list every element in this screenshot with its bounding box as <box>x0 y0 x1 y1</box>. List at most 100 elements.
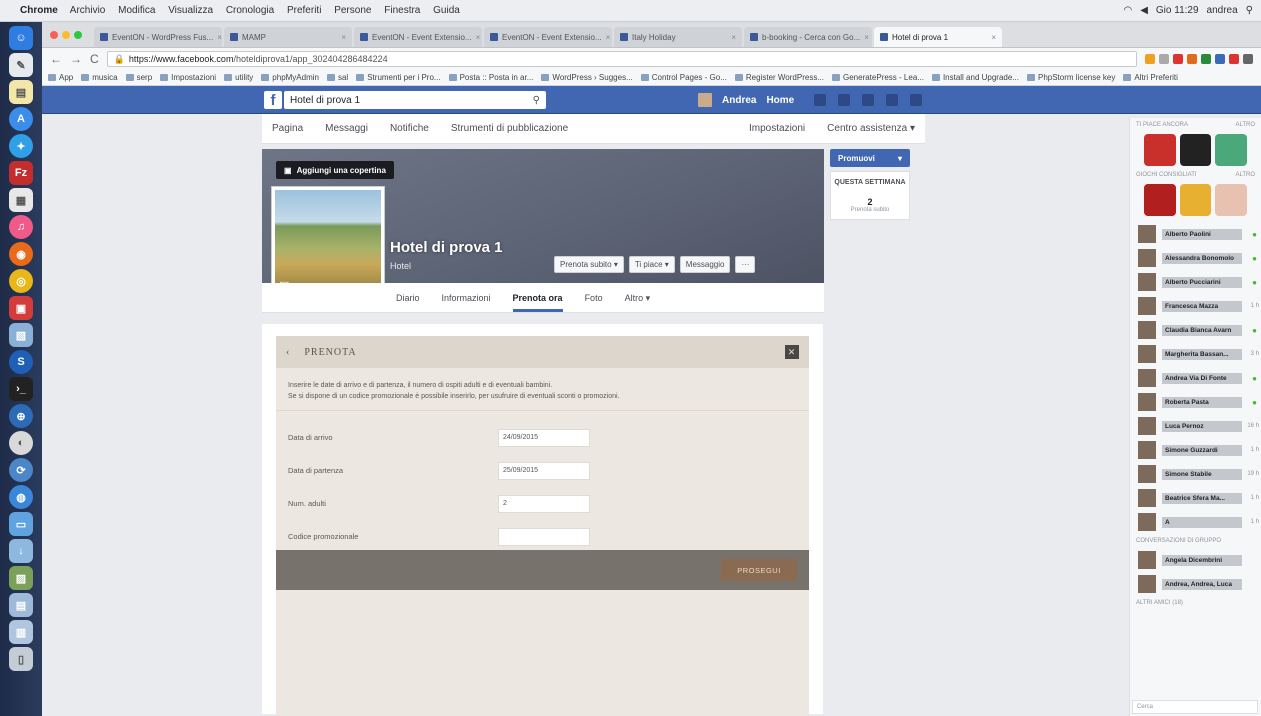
contact-item[interactable]: Andrea Via Di Fonte ● <box>1130 366 1261 390</box>
help-center-link[interactable]: Centro assistenza ▾ <box>827 123 915 134</box>
reload-icon[interactable]: C <box>90 52 99 66</box>
admin-tab-pagina[interactable]: Pagina <box>272 123 303 134</box>
bookmark[interactable]: Impostazioni <box>160 73 216 82</box>
contact-item[interactable]: Margherita Bassan... 3 h <box>1130 342 1261 366</box>
clock[interactable]: Gio 11:29 <box>1156 5 1199 16</box>
calendar-icon[interactable]: ▦ <box>9 188 33 212</box>
proceed-button[interactable]: PROSEGUI <box>721 559 797 581</box>
tab-close-icon[interactable]: × <box>341 33 346 42</box>
bookmark[interactable]: serp <box>126 73 153 82</box>
menu-archivio[interactable]: Archivio <box>70 5 106 16</box>
user-name-link[interactable]: Andrea <box>722 95 756 106</box>
contact-item[interactable]: Claudia Bianca Avarn ● <box>1130 318 1261 342</box>
textedit-icon[interactable]: ✎ <box>9 53 33 77</box>
contact-item[interactable]: Roberta Pasta ● <box>1130 390 1261 414</box>
itunes-icon[interactable]: ♫ <box>9 215 33 239</box>
contact-item[interactable]: Simone Guzzardi 1 h <box>1130 438 1261 462</box>
bookmark[interactable]: musica <box>81 73 117 82</box>
tab-close-icon[interactable]: × <box>217 33 222 42</box>
game-icon[interactable] <box>1179 184 1212 216</box>
tab-close-icon[interactable]: × <box>606 33 611 42</box>
trash-icon[interactable]: ▯ <box>9 647 33 671</box>
back-button[interactable]: ‹ <box>286 347 290 358</box>
more-button[interactable]: ··· <box>735 256 756 273</box>
close-button[interactable]: ✕ <box>785 345 799 359</box>
volume-icon[interactable]: ◀ <box>1140 5 1148 16</box>
add-cover-button[interactable]: ▣ Aggiungi una copertina <box>276 161 394 179</box>
bookmark[interactable]: Strumenti per i Pro... <box>356 73 440 82</box>
game-icon[interactable] <box>1215 134 1248 166</box>
bookmark[interactable]: Control Pages - Go... <box>641 73 727 82</box>
filezilla-icon[interactable]: Fz <box>9 161 33 185</box>
settings-caret-icon[interactable] <box>910 94 922 106</box>
terminal-icon[interactable]: ›_ <box>9 377 33 401</box>
menu-persone[interactable]: Persone <box>334 5 371 16</box>
bookmark[interactable]: sal <box>327 73 348 82</box>
search-icon[interactable]: ⚲ <box>533 95 540 106</box>
facebook-logo-icon[interactable]: f <box>264 91 282 109</box>
skype-icon[interactable]: S <box>9 350 33 374</box>
game-icon[interactable] <box>1144 184 1176 216</box>
chat-search-input[interactable]: Cerca <box>1132 700 1258 714</box>
game-icon[interactable] <box>1179 134 1212 166</box>
arrival-date-input[interactable]: 24/09/2015 <box>498 428 590 447</box>
menu-preferiti[interactable]: Preferiti <box>287 5 321 16</box>
image-icon[interactable]: ▨ <box>9 566 33 590</box>
browser-tab[interactable]: MAMP × <box>224 27 352 47</box>
game-icon[interactable] <box>1215 184 1248 216</box>
messages-icon[interactable] <box>838 94 850 106</box>
extension-icon[interactable] <box>1201 54 1211 64</box>
settings-link[interactable]: Impostazioni <box>749 123 805 134</box>
departure-date-input[interactable]: 25/09/2015 <box>498 461 590 480</box>
avatar[interactable] <box>698 93 712 107</box>
menu-icon[interactable] <box>1243 54 1253 64</box>
book-now-button[interactable]: Prenota subito ▾ <box>554 256 624 273</box>
preview-icon[interactable]: ▧ <box>9 323 33 347</box>
bookmark[interactable]: Install and Upgrade... <box>932 73 1019 82</box>
extension-icon[interactable] <box>1173 54 1183 64</box>
promo-code-input[interactable] <box>498 527 590 546</box>
wifi-icon[interactable]: ◠ <box>1123 5 1132 16</box>
contact-item[interactable]: Luca Pernoz 16 h <box>1130 414 1261 438</box>
tab-close-icon[interactable]: × <box>731 33 736 42</box>
tab-prenota-ora[interactable]: Prenota ora <box>512 284 563 312</box>
contact-item[interactable]: Alberto Paolini ● <box>1130 222 1261 246</box>
documents-icon[interactable]: ▤ <box>9 593 33 617</box>
safari-icon[interactable]: ✦ <box>9 134 33 158</box>
group-item[interactable]: Angela Dicembrini <box>1130 548 1261 572</box>
admin-tab-notifiche[interactable]: Notifiche <box>390 123 429 134</box>
game-icon[interactable] <box>1144 134 1176 166</box>
extension-icon[interactable] <box>1145 54 1155 64</box>
more-link[interactable]: ALTRO <box>1235 122 1255 128</box>
more-link[interactable]: ALTRO <box>1235 172 1255 178</box>
adults-input[interactable]: 2 <box>498 494 590 513</box>
spotlight-icon[interactable]: ⚲ <box>1246 5 1253 16</box>
contact-item[interactable]: Alessandra Bonomolo ● <box>1130 246 1261 270</box>
bookmark[interactable]: Register WordPress... <box>735 73 824 82</box>
tab-altro[interactable]: Altro ▾ <box>625 293 651 304</box>
friend-requests-icon[interactable] <box>814 94 826 106</box>
promote-button[interactable]: Promuovi ▾ <box>830 149 910 167</box>
like-button[interactable]: Ti piace ▾ <box>628 256 675 273</box>
browser-tab[interactable]: EventON - WordPress Fus... × <box>94 27 222 47</box>
browser-icon[interactable]: ◍ <box>9 485 33 509</box>
stack-icon[interactable]: ▥ <box>9 620 33 644</box>
appstore-icon[interactable]: A <box>9 107 33 131</box>
menu-guida[interactable]: Guida <box>433 5 460 16</box>
zoom-window-icon[interactable] <box>74 30 82 39</box>
extension-icon[interactable] <box>1229 54 1239 64</box>
contact-item[interactable]: Simone Stabile 19 h <box>1130 462 1261 486</box>
browser-tab[interactable]: b-booking - Cerca con Go... × <box>744 27 872 47</box>
contact-item[interactable]: Francesca Mazza 1 h <box>1130 294 1261 318</box>
star-icon[interactable] <box>1159 54 1169 64</box>
bookmark[interactable]: PhpStorm license key <box>1027 73 1115 82</box>
home-link[interactable]: Home <box>766 95 794 106</box>
tab-close-icon[interactable]: × <box>864 33 869 42</box>
bookmark[interactable]: Altri Preferiti <box>1123 73 1178 82</box>
network-icon[interactable]: ⊕ <box>9 404 33 428</box>
menu-modifica[interactable]: Modifica <box>118 5 155 16</box>
contact-item[interactable]: Beatrice Sfera Ma... 1 h <box>1130 486 1261 510</box>
chrome-icon[interactable]: ◎ <box>9 269 33 293</box>
extension-icon[interactable] <box>1215 54 1225 64</box>
app-menu-chrome[interactable]: Chrome <box>20 5 58 16</box>
